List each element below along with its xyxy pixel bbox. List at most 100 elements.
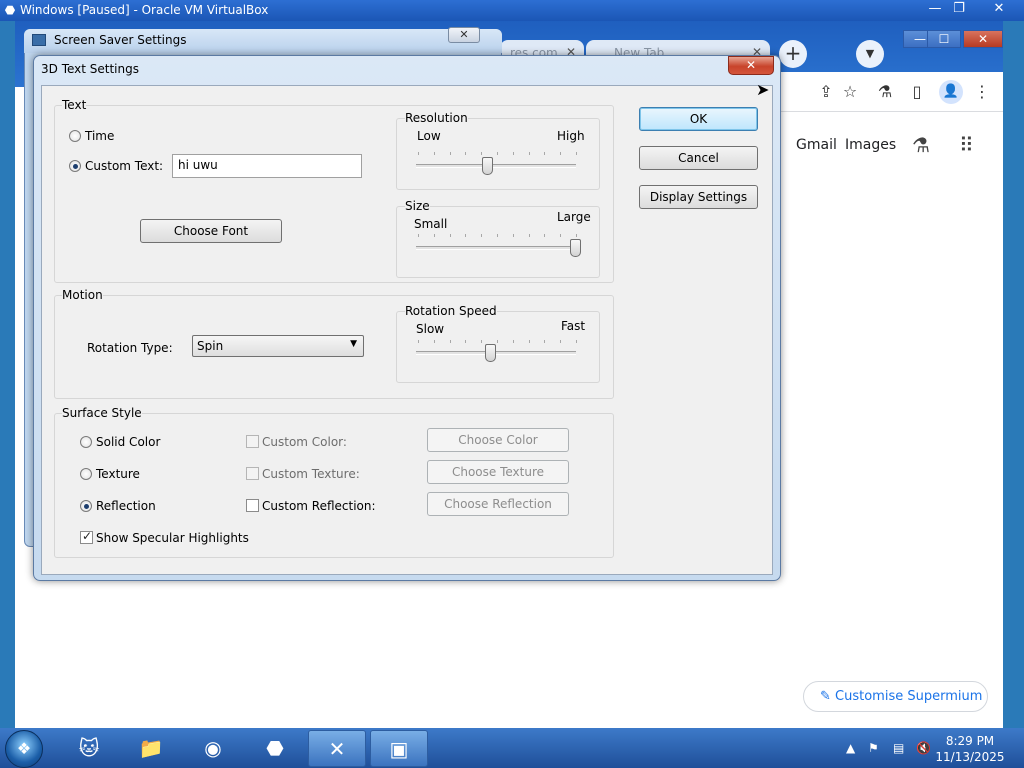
display-settings-button[interactable]: Display Settings [639, 185, 758, 209]
size-small-label: Small [414, 217, 448, 231]
screen-saver-close-button[interactable]: ✕ [448, 27, 480, 43]
rotation-speed-fast-label: Fast [561, 319, 586, 333]
chrome-icon[interactable]: ◉ [184, 730, 242, 767]
cancel-button[interactable]: Cancel [639, 146, 758, 170]
slider-tick [497, 340, 498, 343]
choose-font-button[interactable]: Choose Font [140, 219, 282, 243]
slider-tick [544, 234, 546, 237]
resolution-high-label: High [557, 129, 585, 143]
slider-tick [433, 234, 435, 237]
custom-texture-label: Custom Texture: [262, 467, 360, 481]
motion-group-label: Motion [62, 288, 103, 302]
start-button[interactable]: ❖ [5, 730, 43, 768]
menu-icon[interactable]: ⋮ [971, 80, 993, 104]
customise-button[interactable]: ✎ Customise Supermium [803, 681, 988, 712]
rotation-type-select[interactable]: Spin ▼ [192, 335, 364, 357]
time-label: Time [85, 129, 115, 143]
screen-saver-taskbar-icon[interactable]: ▣ [370, 730, 428, 767]
time-radio[interactable] [69, 130, 81, 142]
browser-close-button[interactable]: ✕ [963, 30, 1003, 48]
slider-tick [512, 152, 514, 155]
slider-tick [544, 340, 546, 343]
custom-texture-checkbox[interactable] [246, 467, 259, 480]
slider-tick [528, 234, 530, 237]
tab-search-button[interactable]: ▼ [856, 40, 884, 68]
vista-icon[interactable]: ✕ [308, 730, 366, 767]
mouse-cursor-icon: ➤ [756, 80, 770, 99]
network-disconnected-icon[interactable]: ⚑ [868, 741, 879, 755]
slider-tick [465, 340, 467, 343]
custom-text-input[interactable]: hi uwu [172, 154, 362, 178]
vbox-close-button[interactable]: ✕ [984, 0, 1014, 20]
size-slider-track[interactable] [416, 246, 576, 250]
slider-tick [449, 152, 451, 155]
resolution-slider-track[interactable] [416, 164, 576, 168]
slider-tick [481, 234, 483, 237]
custom-text-radio[interactable] [69, 160, 81, 172]
size-slider-thumb[interactable] [570, 239, 581, 257]
cat-app-icon[interactable]: 🐱 [60, 730, 118, 767]
slider-tick [544, 152, 546, 155]
rotation-speed-slider-ticks [418, 340, 577, 344]
apps-grid-icon[interactable]: ⠿ [959, 133, 974, 157]
slider-tick [497, 152, 498, 155]
resolution-slider-thumb[interactable] [482, 157, 493, 175]
texture-radio[interactable] [80, 468, 92, 480]
share-icon[interactable]: ⇪ [815, 80, 837, 104]
custom-color-checkbox[interactable] [246, 435, 259, 448]
rotation-speed-label: Rotation Speed [405, 304, 497, 318]
ok-button[interactable]: OK [639, 107, 758, 131]
browser-maximize-button[interactable]: ☐ [927, 30, 961, 48]
show-specular-checkbox[interactable] [80, 529, 93, 544]
vbox-window-title: Windows [Paused] - Oracle VM VirtualBox [20, 3, 269, 17]
rotation-speed-slider-thumb[interactable] [485, 344, 497, 362]
volume-muted-icon[interactable]: 🔇 [916, 741, 931, 755]
surface-style-label: Surface Style [62, 406, 142, 420]
choose-color-button[interactable]: Choose Color [427, 428, 569, 452]
pencil-icon: ✎ [820, 689, 836, 704]
clock-time: 8:29 PM [945, 734, 995, 748]
images-link[interactable]: Images [845, 137, 896, 153]
slider-tick [560, 340, 562, 343]
sidepanel-icon[interactable]: ▯ [906, 80, 928, 104]
slider-tick [528, 340, 530, 343]
resolution-low-label: Low [417, 129, 441, 143]
labs-icon[interactable]: ⚗ [912, 133, 930, 157]
vbox-restore-button[interactable]: ❐ [944, 0, 974, 20]
choose-texture-button[interactable]: Choose Texture [427, 460, 569, 484]
star-icon[interactable]: ☆ [839, 80, 861, 104]
screen-saver-title: Screen Saver Settings [54, 33, 187, 47]
profile-icon[interactable]: 👤 [939, 80, 963, 104]
slider-tick [418, 340, 419, 343]
custom-color-label: Custom Color: [262, 435, 347, 449]
slider-tick [512, 340, 514, 343]
gmail-link[interactable]: Gmail [796, 137, 837, 153]
rotation-speed-slow-label: Slow [416, 322, 445, 336]
size-slider-ticks [418, 234, 577, 238]
size-label: Size [405, 199, 430, 213]
windows-logo-icon: ❖ [16, 739, 32, 758]
solid-color-radio[interactable] [80, 436, 92, 448]
taskbar-clock[interactable]: 8:29 PM 11/13/2025 [935, 733, 1005, 765]
virtualbox-taskbar-icon[interactable]: ⬣ [246, 730, 304, 767]
show-hidden-icons-button[interactable]: ▲ [846, 741, 855, 755]
slider-tick [465, 152, 467, 155]
action-center-icon[interactable]: ▤ [893, 741, 904, 755]
slider-tick [449, 340, 451, 343]
vbox-title-bar: ⬣ Windows [Paused] - Oracle VM VirtualBo… [0, 0, 1024, 21]
custom-reflection-checkbox[interactable] [246, 499, 259, 512]
dialog-close-button[interactable]: ✕ [728, 56, 774, 75]
labs-icon[interactable]: ⚗ [874, 80, 896, 104]
slider-tick [560, 234, 562, 237]
slider-tick [576, 152, 577, 155]
slider-tick [418, 152, 419, 155]
text-group-label: Text [62, 98, 87, 112]
new-tab-button[interactable]: + [779, 40, 807, 68]
slider-tick [418, 234, 419, 237]
choose-reflection-button[interactable]: Choose Reflection [427, 492, 569, 516]
reflection-radio[interactable] [80, 500, 92, 512]
size-large-label: Large [557, 210, 591, 224]
explorer-icon[interactable]: 📁 [122, 730, 180, 767]
reflection-label: Reflection [96, 499, 156, 513]
virtualbox-icon: ⬣ [4, 3, 16, 17]
